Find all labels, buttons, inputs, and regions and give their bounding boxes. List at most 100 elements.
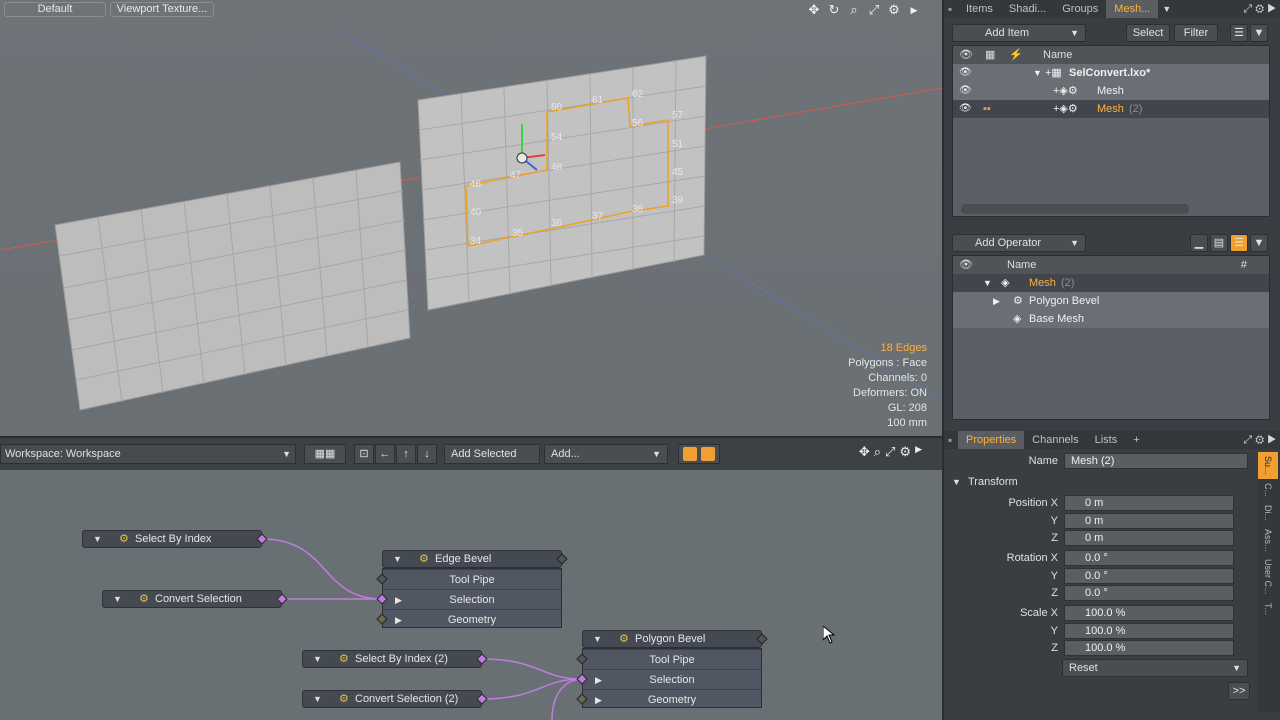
collapse-icon[interactable]: ▼ bbox=[952, 477, 961, 487]
tab-channels[interactable]: Channels bbox=[1024, 431, 1086, 449]
items-list[interactable]: 👁 ▦ ⚡ Name 👁 ▼ +▦ SelConvert.lxo* 👁 +◈⚙ … bbox=[952, 45, 1270, 217]
funnel-icon[interactable]: ▼ bbox=[1250, 24, 1268, 42]
name-column-header[interactable]: Name bbox=[1043, 46, 1072, 64]
viewport-shading-button[interactable]: Viewport Texture... bbox=[110, 2, 214, 17]
pan-icon[interactable]: ✥ bbox=[806, 2, 822, 18]
minimize-icon[interactable]: ▁ bbox=[1190, 234, 1208, 252]
node-convert-selection-2[interactable]: ▼ ⚙ Convert Selection (2) bbox=[302, 690, 482, 708]
name-column-header[interactable]: Name bbox=[1007, 256, 1036, 274]
tab-groups[interactable]: Groups bbox=[1054, 0, 1106, 18]
add-node-dropdown[interactable]: Add... ▼ bbox=[544, 444, 668, 464]
gear-icon[interactable]: ⚙ bbox=[886, 2, 902, 18]
side-tab-di[interactable]: Di... bbox=[1258, 501, 1278, 525]
port-selection[interactable]: ▶ Selection bbox=[583, 669, 761, 689]
transform-section[interactable]: ▼ Transform bbox=[952, 476, 1018, 488]
select-button[interactable]: Select bbox=[1126, 24, 1170, 42]
zoom-icon[interactable]: ⌕ bbox=[846, 2, 862, 18]
node-select-by-index-2[interactable]: ▼ ⚙ Select By Index (2) bbox=[302, 650, 482, 668]
panel-controls-icon[interactable]: ⤢ ⚙ ▶ bbox=[1243, 434, 1276, 447]
more-button[interactable]: >> bbox=[1228, 682, 1250, 700]
position-y-field[interactable]: 0 m bbox=[1064, 513, 1234, 529]
lock-icon[interactable]: ▦ bbox=[985, 46, 995, 64]
collapse-icon[interactable]: ▼ bbox=[113, 591, 122, 607]
position-z-field[interactable]: 0 m bbox=[1064, 530, 1234, 546]
collapse-icon[interactable]: ▼ bbox=[93, 531, 102, 547]
maximize-icon[interactable]: ⤢ bbox=[885, 444, 895, 460]
arrow-down-icon[interactable]: ↓ bbox=[417, 444, 437, 464]
side-tab-user[interactable]: User C... bbox=[1258, 555, 1278, 599]
collapse-icon[interactable]: ▼ bbox=[1033, 64, 1042, 82]
eye-icon[interactable]: 👁 bbox=[959, 100, 972, 118]
node-edge-bevel[interactable]: ▼ ⚙ Edge Bevel bbox=[382, 550, 562, 568]
eye-icon[interactable]: 👁 bbox=[959, 46, 973, 64]
render-icon[interactable]: ⚡ bbox=[1009, 46, 1023, 64]
scale-z-field[interactable]: 100.0 % bbox=[1064, 640, 1234, 656]
fit-icon[interactable]: ⊡ bbox=[354, 444, 374, 464]
tab-properties[interactable]: Properties bbox=[958, 431, 1025, 449]
node-convert-selection[interactable]: ▼ ⚙ Convert Selection bbox=[102, 590, 282, 608]
rotation-x-field[interactable]: 0.0 ° bbox=[1064, 550, 1234, 566]
rotation-y-field[interactable]: 0.0 ° bbox=[1064, 568, 1234, 584]
list-item[interactable]: 👁 +◈⚙ Mesh bbox=[953, 82, 1269, 100]
workspace-dropdown[interactable]: Workspace: Workspace ▼ bbox=[0, 444, 296, 464]
stack-icon[interactable]: ☰ bbox=[1230, 234, 1248, 252]
collapse-icon[interactable]: ▼ bbox=[593, 631, 602, 647]
port-geometry[interactable]: ▶ Geometry bbox=[383, 609, 561, 629]
port-selection[interactable]: ▶ Selection bbox=[383, 589, 561, 609]
reset-dropdown[interactable]: Reset ▼ bbox=[1062, 659, 1248, 677]
position-x-field[interactable]: 0 m bbox=[1064, 495, 1234, 511]
tab-mesh-ops[interactable]: Mesh... bbox=[1106, 0, 1159, 18]
pan-icon[interactable]: ✥ bbox=[859, 444, 870, 460]
toggle-buttons[interactable] bbox=[678, 444, 720, 464]
arrow-left-icon[interactable]: ← bbox=[375, 444, 395, 464]
expand-icon[interactable]: ▶ bbox=[993, 292, 1000, 310]
table-icon[interactable]: ▤ bbox=[1210, 234, 1228, 252]
eye-icon[interactable]: 👁 bbox=[959, 64, 972, 82]
add-selected-button[interactable]: Add Selected bbox=[444, 444, 540, 464]
list-item-selected[interactable]: 👁 ▪▪ +◈⚙ Mesh (2) bbox=[953, 100, 1269, 118]
port-tool-pipe[interactable]: Tool Pipe bbox=[583, 649, 761, 669]
menu-arrow-icon[interactable]: ▶ bbox=[915, 444, 922, 460]
port-tool-pipe[interactable]: Tool Pipe bbox=[383, 569, 561, 589]
list-view-icon[interactable]: ☰ bbox=[1230, 24, 1248, 42]
side-tab-c[interactable]: C... bbox=[1258, 479, 1278, 501]
tab-add[interactable]: + bbox=[1125, 431, 1147, 449]
operator-list[interactable]: 👁 Name # ▼ ◈ Mesh (2) ▶ ⚙ Polygon Bevel … bbox=[952, 255, 1270, 420]
list-item[interactable]: ▶ ⚙ Polygon Bevel bbox=[953, 292, 1269, 310]
eye-icon[interactable]: 👁 bbox=[959, 82, 972, 100]
scale-x-field[interactable]: 100.0 % bbox=[1064, 605, 1234, 621]
list-item[interactable]: 👁 ▼ +▦ SelConvert.lxo* bbox=[953, 64, 1269, 82]
grid-layout-button[interactable]: ▦▦ bbox=[304, 444, 346, 464]
chevron-down-icon[interactable]: ▼ bbox=[1162, 4, 1171, 14]
arrow-up-icon[interactable]: ↑ bbox=[396, 444, 416, 464]
collapse-icon[interactable]: ▼ bbox=[313, 651, 322, 667]
add-item-button[interactable]: Add Item ▼ bbox=[952, 24, 1086, 42]
node-polygon-bevel[interactable]: ▼ ⚙ Polygon Bevel bbox=[582, 630, 762, 648]
maximize-icon[interactable]: ⤢ bbox=[866, 2, 882, 18]
node-select-by-index[interactable]: ▼ ⚙ Select By Index bbox=[82, 530, 262, 548]
menu-arrow-icon[interactable]: ▶ bbox=[906, 2, 922, 18]
collapse-icon[interactable]: ▼ bbox=[393, 551, 402, 567]
port-geometry[interactable]: ▶ Geometry bbox=[583, 689, 761, 709]
add-operator-button[interactable]: Add Operator ▼ bbox=[952, 234, 1086, 252]
collapse-icon[interactable]: ▼ bbox=[313, 691, 322, 707]
collapse-icon[interactable]: ▼ bbox=[983, 274, 992, 292]
panel-controls-icon[interactable]: ⤢ ⚙ ▶ bbox=[1243, 3, 1276, 16]
rotation-z-field[interactable]: 0.0 ° bbox=[1064, 585, 1234, 601]
viewport-preset-button[interactable]: Default bbox=[4, 2, 106, 17]
side-tab-su[interactable]: Su... bbox=[1258, 452, 1278, 479]
list-item-selected[interactable]: ▼ ◈ Mesh (2) bbox=[953, 274, 1269, 292]
side-tab-ass[interactable]: Ass... bbox=[1258, 525, 1278, 556]
3d-viewport[interactable]: 60 61 62 57 54 56 51 48 47 45 46 40 39 3… bbox=[0, 0, 942, 436]
gear-icon[interactable]: ⚙ bbox=[899, 444, 911, 460]
viewport-scene[interactable]: 60 61 62 57 54 56 51 48 47 45 46 40 39 3… bbox=[0, 0, 942, 436]
scale-y-field[interactable]: 100.0 % bbox=[1064, 623, 1234, 639]
filter-button[interactable]: Filter bbox=[1174, 24, 1218, 42]
name-field[interactable]: Mesh (2) bbox=[1064, 453, 1248, 469]
toggle-left-icon[interactable] bbox=[683, 447, 698, 461]
side-tab-t[interactable]: T... bbox=[1258, 599, 1278, 619]
schematic-view[interactable]: ▼ ⚙ Select By Index ▼ ⚙ Convert Selectio… bbox=[0, 470, 942, 720]
list-item[interactable]: ◈ Base Mesh bbox=[953, 310, 1269, 328]
tab-items[interactable]: Items bbox=[958, 0, 1001, 18]
horizontal-scrollbar[interactable] bbox=[961, 204, 1189, 214]
